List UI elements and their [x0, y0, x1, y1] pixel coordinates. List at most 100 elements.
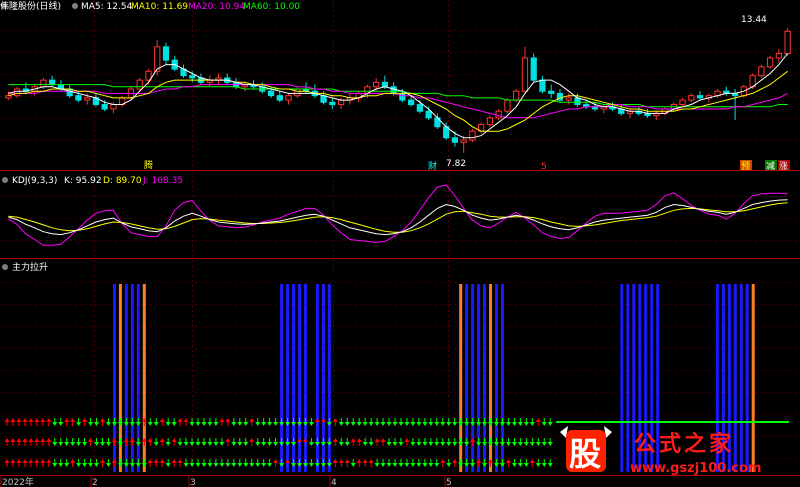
arrow-down-icon	[410, 463, 416, 467]
arrow-down-icon	[488, 422, 494, 426]
arrow-up-icon	[64, 418, 70, 422]
candle-body	[162, 46, 170, 61]
arrow-down-icon	[410, 442, 416, 446]
settings-dot-icon[interactable]	[2, 177, 8, 183]
settings-dot-icon[interactable]	[72, 3, 78, 9]
arrow-down-icon	[422, 463, 428, 467]
arrow-up-icon	[46, 438, 52, 442]
signal-legend: 主力拉升	[2, 261, 48, 273]
event-marker[interactable]: 财	[428, 160, 437, 172]
arrow-up-icon	[159, 418, 165, 422]
arrow-down-icon	[243, 463, 249, 467]
arrow-down-icon	[88, 422, 94, 426]
arrow-up-icon	[16, 459, 22, 463]
arrow-down-icon	[153, 442, 159, 446]
arrow-up-icon	[350, 438, 356, 442]
arrow-up-icon	[362, 459, 368, 463]
candle-body	[294, 88, 301, 97]
arrow-up-icon	[488, 459, 494, 463]
arrow-up-icon	[34, 438, 40, 442]
arrow-up-icon	[344, 459, 350, 463]
arrow-down-icon	[344, 422, 350, 426]
arrow-down-icon	[535, 442, 541, 446]
arrow-down-icon	[141, 463, 147, 467]
arrow-down-icon	[105, 463, 111, 467]
arrow-down-icon	[386, 442, 392, 446]
arrow-down-icon	[314, 442, 320, 446]
arrow-up-icon	[183, 418, 189, 422]
arrow-down-icon	[392, 422, 398, 426]
arrow-down-icon	[362, 442, 368, 446]
arrow-down-icon	[195, 422, 201, 426]
arrow-down-icon	[494, 422, 499, 426]
candle-body	[381, 81, 388, 88]
arrow-down-icon	[201, 442, 207, 446]
arrow-up-icon	[320, 418, 326, 422]
arrow-up-icon	[452, 459, 458, 463]
arrow-down-icon	[261, 422, 267, 426]
axis-tick-label: 5	[446, 478, 452, 487]
arrow-down-icon	[52, 442, 58, 446]
arrow-down-icon	[82, 442, 88, 446]
arrow-down-icon	[189, 422, 195, 426]
arrow-down-icon	[440, 442, 446, 446]
candle-body	[766, 57, 774, 68]
arrow-down-icon	[302, 422, 308, 426]
arrow-down-icon	[380, 463, 386, 467]
arrow-down-icon	[541, 442, 547, 446]
arrow-down-icon	[279, 442, 285, 446]
kdj-title: KDJ(9,3,3)	[12, 176, 57, 186]
candle-body	[276, 95, 283, 101]
arrow-up-icon	[88, 438, 94, 442]
j-label: J: 108.35	[142, 176, 183, 186]
arrow-down-icon	[380, 422, 386, 426]
arrow-up-icon	[4, 459, 10, 463]
k-label: K: 95.92	[64, 176, 102, 186]
arrow-down-icon	[165, 463, 171, 467]
ma5-line	[8, 53, 788, 139]
event-marker[interactable]: 涨	[779, 161, 788, 172]
candle-body	[784, 30, 791, 54]
arrow-down-icon	[505, 442, 511, 446]
event-marker[interactable]: 腾	[144, 159, 153, 171]
arrow-down-icon	[189, 463, 195, 467]
arrow-down-icon	[488, 442, 494, 446]
signal-bar-blue	[620, 284, 624, 472]
settings-dot-icon[interactable]	[2, 264, 8, 270]
arrow-up-icon	[374, 438, 380, 442]
arrow-down-icon	[541, 422, 547, 426]
arrow-down-icon	[308, 422, 314, 426]
arrow-down-icon	[499, 422, 505, 426]
arrow-down-icon	[338, 442, 344, 446]
high-price-label: 13.44	[741, 15, 767, 25]
arrow-up-icon	[147, 438, 153, 442]
arrow-down-icon	[458, 463, 464, 467]
arrow-up-icon	[273, 459, 279, 463]
arrow-down-icon	[422, 442, 428, 446]
arrow-down-icon	[320, 463, 326, 467]
arrow-down-icon	[171, 422, 177, 426]
candle-body	[399, 92, 406, 101]
arrow-down-icon	[308, 463, 314, 467]
arrow-up-icon	[22, 418, 28, 422]
arrow-down-icon	[129, 422, 135, 426]
arrow-down-icon	[464, 422, 470, 426]
arrow-down-icon	[76, 442, 82, 446]
event-marker[interactable]: 预	[741, 161, 750, 172]
arrow-up-icon	[356, 438, 362, 442]
arrow-up-icon	[34, 459, 40, 463]
candle-body	[521, 57, 529, 92]
arrow-down-icon	[458, 442, 464, 446]
arrow-up-icon	[535, 418, 541, 422]
candle-body	[425, 110, 432, 119]
arrow-up-icon	[314, 418, 320, 422]
arrow-down-icon	[117, 442, 123, 446]
arrow-down-icon	[541, 463, 547, 467]
arrow-up-icon	[171, 459, 177, 463]
arrow-down-icon	[392, 442, 398, 446]
event-marker[interactable]: 5	[541, 162, 547, 172]
event-marker[interactable]: 减	[766, 160, 775, 172]
arrow-up-icon	[70, 459, 76, 463]
stock-name: 伟隆股份(日线)	[0, 0, 61, 12]
arrow-up-icon	[219, 418, 225, 422]
